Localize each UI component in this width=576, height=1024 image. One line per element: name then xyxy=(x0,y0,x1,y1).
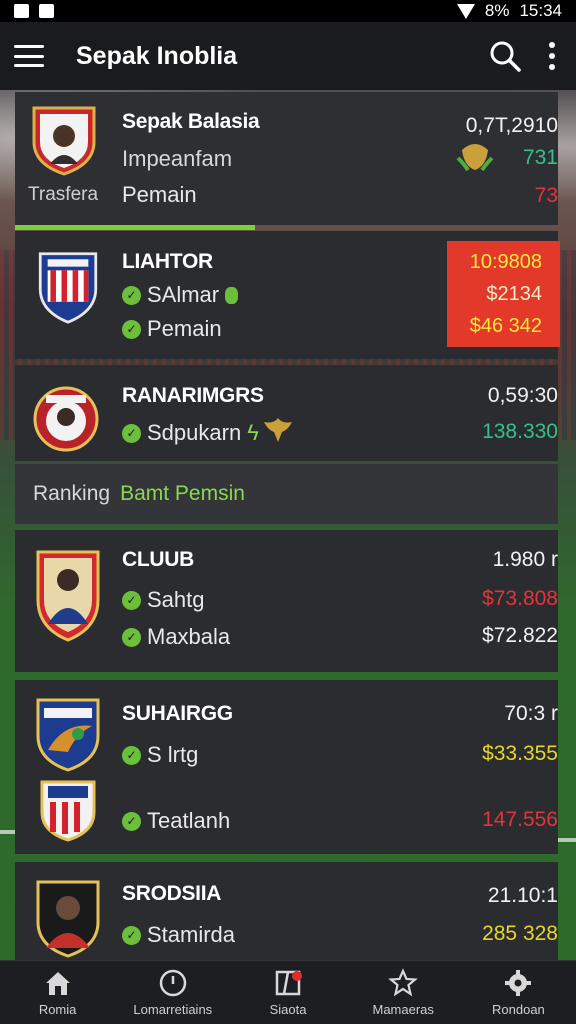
nav-label: Romia xyxy=(38,1002,77,1017)
club-crest-icon xyxy=(36,550,100,642)
row-value1: 21.10:1 xyxy=(487,884,558,907)
row-line1: ✓ S lrtg xyxy=(122,742,198,768)
check-icon: ✓ xyxy=(122,811,141,831)
row-line1: ✓ Stamirda xyxy=(122,922,235,948)
nav-stats[interactable]: Siaota xyxy=(230,961,345,1024)
row-value3: 147.556 xyxy=(482,808,558,831)
wifi-icon xyxy=(456,3,475,19)
row-value2: $73.808 xyxy=(482,587,558,610)
club-crest-icon xyxy=(40,780,96,842)
row-line1: ✓ Sahtg xyxy=(122,587,205,613)
row-value1: 0,59:30 xyxy=(487,384,558,407)
row-value2: $33.355 xyxy=(482,742,558,765)
row-name: LIAHTOR xyxy=(122,250,213,273)
row-line2: ✓ Teatlanh xyxy=(122,808,230,834)
row-name: RANARIMGRS xyxy=(122,384,264,407)
row-value3: $46 342 xyxy=(469,315,542,337)
nav-label: Mamaeras xyxy=(372,1002,434,1017)
battery-text: 8% xyxy=(484,1,510,20)
clock-text: 15:34 xyxy=(519,1,562,20)
row-value1: 1.980 r xyxy=(492,548,558,571)
app-bar: Sepak Inoblia xyxy=(0,22,576,90)
featured-name: Sepak Balasia xyxy=(122,110,260,133)
row-value2: 285 328 xyxy=(482,922,558,945)
check-icon: ✓ xyxy=(122,627,141,647)
active-tab-indicator xyxy=(15,225,255,230)
nav-home[interactable]: Romia xyxy=(0,961,115,1024)
row-line1: ✓ Sdpukarn ϟ xyxy=(122,420,259,446)
notification-icon xyxy=(14,4,29,18)
gear-icon xyxy=(505,970,532,996)
row-line2: ✓ Pemain xyxy=(122,316,222,342)
row-value2: $2134 xyxy=(486,283,542,305)
row-value2: 138.330 xyxy=(482,420,558,443)
search-icon[interactable] xyxy=(488,39,522,73)
mail-icon xyxy=(39,4,54,18)
row-name: CLUUB xyxy=(122,548,194,571)
club-crest-icon xyxy=(38,252,98,324)
featured-label: Pemain xyxy=(122,182,197,207)
club-crest-icon xyxy=(33,386,99,452)
trophy-icon xyxy=(456,144,494,172)
highlight-value-box: 10:9808 $2134 $46 342 xyxy=(447,241,560,347)
featured-value-top: 0,7T,2910 xyxy=(465,114,558,137)
row-line2: ✓ Maxbala xyxy=(122,624,230,650)
page-title: Sepak Inoblia xyxy=(76,41,238,70)
nav-label: Siaota xyxy=(269,1002,307,1017)
check-icon: ✓ xyxy=(122,745,141,765)
tab-best-players[interactable]: Bamt Pemsin xyxy=(120,482,245,506)
check-icon: ✓ xyxy=(122,590,141,610)
club-crest-icon xyxy=(36,698,100,772)
clock-icon xyxy=(159,969,187,997)
featured-left-label: Trasfera xyxy=(28,184,99,205)
status-bar: 8% 15:34 xyxy=(0,0,576,22)
check-icon: ✓ xyxy=(122,423,141,443)
row-value1: 10:9808 xyxy=(469,251,542,273)
eagle-icon xyxy=(264,418,292,442)
row-name: SRODSIIA xyxy=(122,882,222,905)
featured-subtitle: Impeanfam xyxy=(122,146,233,171)
row-line1: ✓ SAlmar xyxy=(122,282,239,308)
check-icon: ✓ xyxy=(122,319,141,339)
nav-matches[interactable]: Lomarretiains xyxy=(115,961,230,1024)
bolt-icon: ϟ xyxy=(247,420,259,445)
more-options-icon[interactable] xyxy=(548,42,556,70)
bottom-navigation: Romia Lomarretiains Siaota Mamaeras Rond… xyxy=(0,960,576,1024)
nav-settings[interactable]: Rondoan xyxy=(461,961,576,1024)
leaf-icon xyxy=(225,286,239,304)
ranking-tabs: Ranking Bamt Pemsin xyxy=(15,464,558,524)
star-icon xyxy=(388,968,419,997)
nav-label: Lomarretiains xyxy=(133,1002,213,1017)
tab-ranking[interactable]: Ranking xyxy=(33,482,110,506)
check-icon: ✓ xyxy=(122,925,141,945)
nav-favorites[interactable]: Mamaeras xyxy=(346,961,461,1024)
row-value1: 70:3 r xyxy=(504,702,558,725)
row-name: SUHAIRGG xyxy=(122,702,233,725)
home-icon xyxy=(45,972,70,995)
club-crest-icon xyxy=(36,880,100,958)
club-crest-icon xyxy=(32,106,96,176)
pitch-line xyxy=(556,838,576,842)
check-icon: ✓ xyxy=(122,285,141,305)
menu-icon[interactable] xyxy=(14,45,44,67)
featured-value-bottom: 73 xyxy=(534,184,558,207)
featured-value-mid: 731 xyxy=(522,146,558,169)
nav-label: Rondoan xyxy=(492,1002,545,1017)
row-value3: $72.822 xyxy=(482,624,558,647)
